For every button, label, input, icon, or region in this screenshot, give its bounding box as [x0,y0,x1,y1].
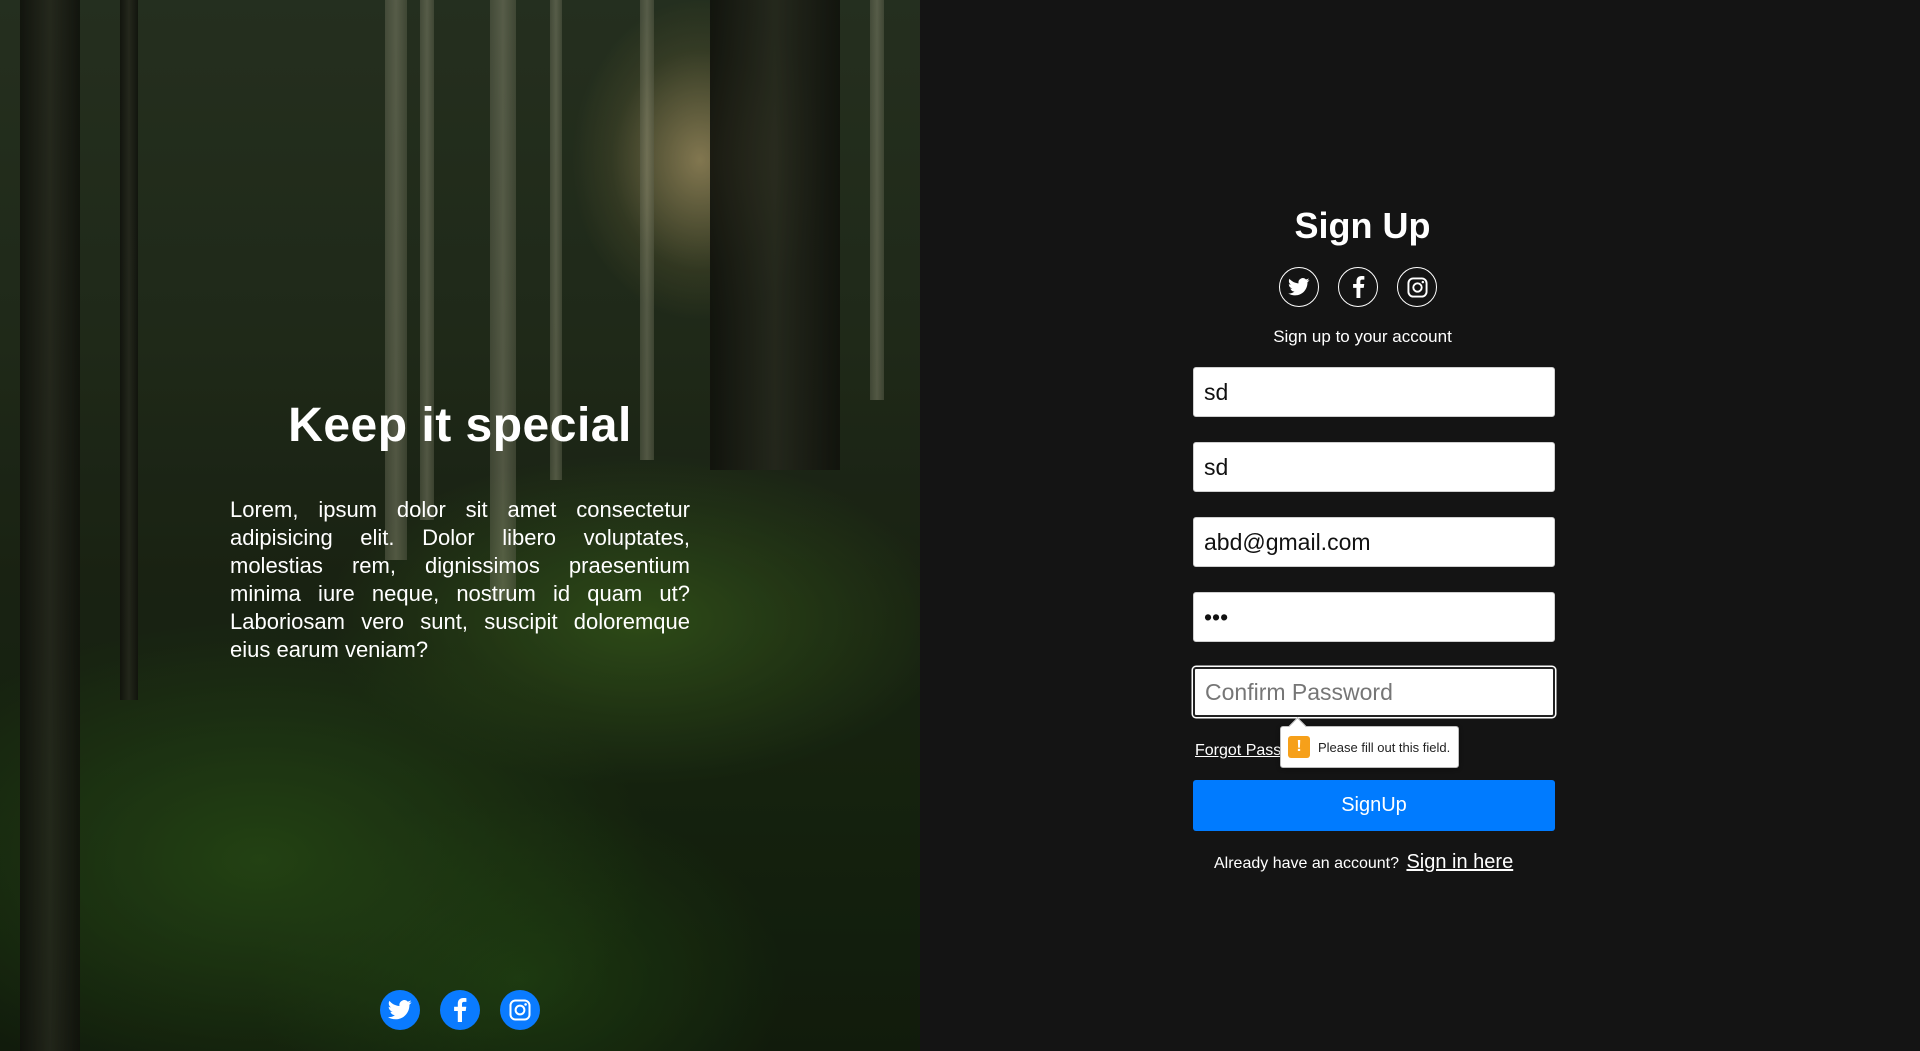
confirm-password-field[interactable] [1193,667,1555,717]
validation-message: Please fill out this field. [1318,739,1451,755]
signup-form-panel: Sign Up Sign up to your account Forgot P… [920,0,1920,1051]
form-subtitle: Sign up to your account [1273,327,1452,346]
signin-link[interactable]: Sign in here [1406,851,1513,873]
hero-social-links [380,990,540,1030]
form-twitter-icon[interactable] [1279,267,1319,307]
signin-row: Already have an account? Sign in here [920,851,1920,874]
hero-instagram-icon[interactable] [500,990,540,1030]
warning-icon: ! [1288,736,1310,758]
signup-page: Keep it special Lorem, ipsum dolor sit a… [0,0,1920,1051]
signin-prompt: Already have an account? [1214,855,1400,872]
validation-tooltip: ! Please fill out this field. [1280,726,1460,768]
last-name-field[interactable] [1193,442,1555,492]
hero-title: Keep it special [288,399,632,452]
first-name-field[interactable] [1193,367,1555,417]
form-facebook-icon[interactable] [1338,267,1378,307]
hero-description: Lorem, ipsum dolor sit amet consectetur … [230,497,690,662]
signup-button[interactable]: SignUp [1193,780,1555,831]
hero-panel: Keep it special Lorem, ipsum dolor sit a… [0,0,920,1051]
hero-twitter-icon[interactable] [380,990,420,1030]
hero-facebook-icon[interactable] [440,990,480,1030]
form-title: Sign Up [1294,205,1431,246]
form-social-links [1279,267,1437,307]
password-field[interactable] [1193,592,1555,642]
forgot-password-link[interactable]: Forgot Password? [1195,742,1285,760]
form-instagram-icon[interactable] [1397,267,1437,307]
email-field[interactable] [1193,517,1555,567]
